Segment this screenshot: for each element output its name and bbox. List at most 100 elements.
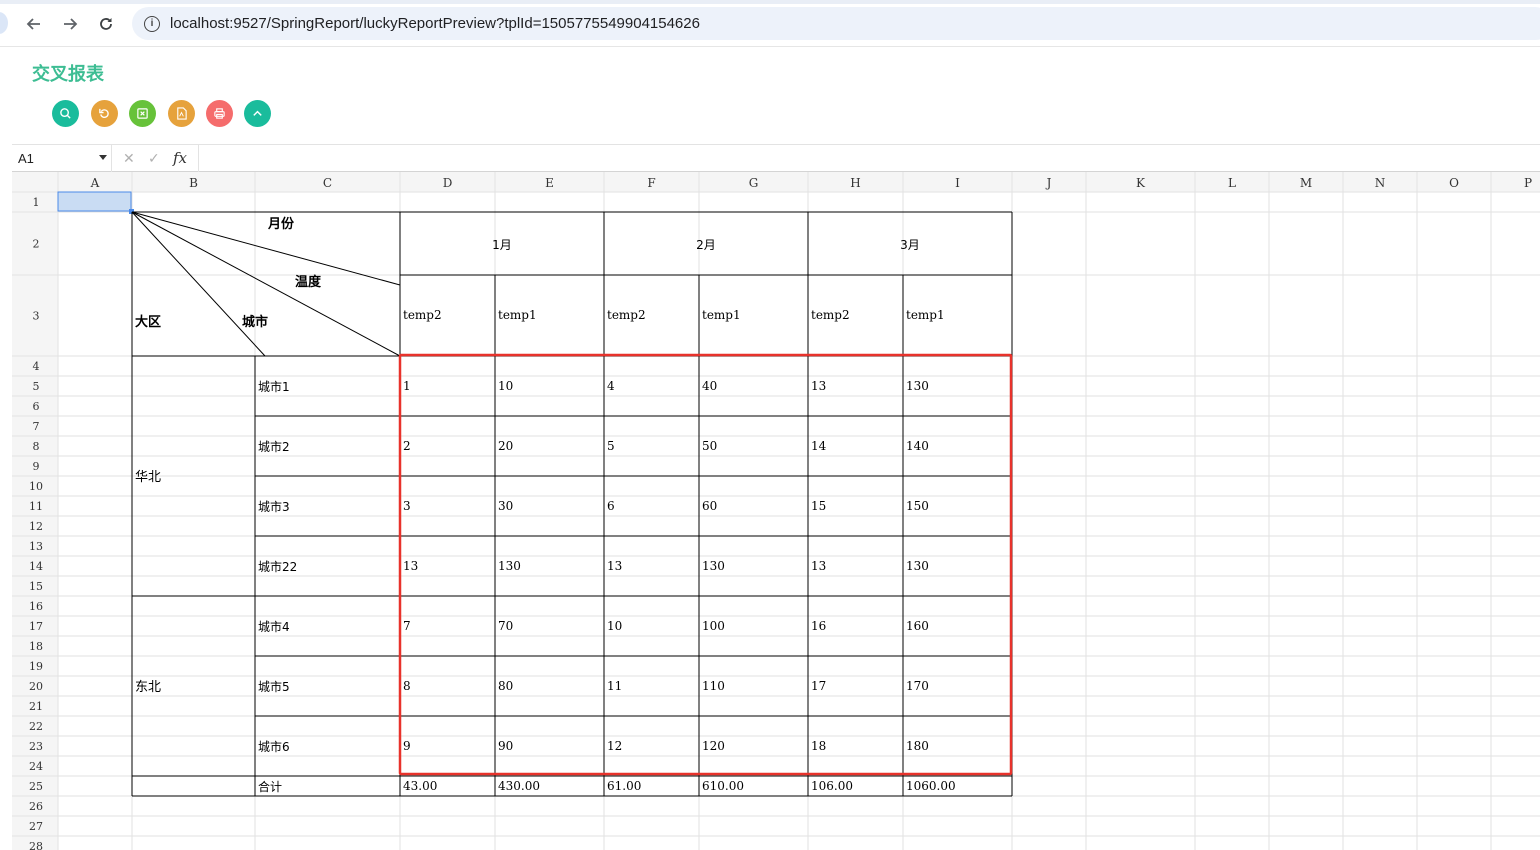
region-label: 华北 (135, 470, 161, 485)
column-header-p: P (1524, 176, 1532, 190)
tab-strip (0, 0, 1540, 4)
header-month: 月份 (267, 216, 295, 232)
city-label: 城市5 (258, 679, 290, 694)
column-header-m: M (1300, 176, 1312, 190)
search-button[interactable] (52, 100, 79, 127)
print-button[interactable] (206, 100, 233, 127)
data-cell: 12 (607, 739, 622, 753)
sheet-canvas[interactable]: A B C D E F G H I J K L M N O P123456789101112131415161… (12, 172, 1540, 850)
row-header-14: 14 (29, 560, 43, 573)
reload-button[interactable] (94, 12, 118, 36)
column-header-o: O (1449, 176, 1459, 190)
browser-toolbar: i localhost:9527/SpringReport/luckyRepor… (0, 0, 1540, 47)
row-header-15: 15 (29, 580, 43, 593)
forward-button[interactable] (58, 12, 82, 36)
cell-name-box[interactable]: A1 (12, 145, 112, 172)
reload-icon (100, 18, 112, 30)
row-header-9: 9 (33, 460, 40, 473)
total-cell: 106.00 (811, 779, 853, 793)
column-header-h: H (850, 176, 860, 190)
header-month-3: 3月 (900, 238, 920, 252)
formula-bar: A1 ✕ ✓ fx (12, 144, 1540, 172)
column-header-a: A (90, 176, 100, 190)
column-header-j: J (1045, 176, 1052, 190)
region-label: 东北 (135, 680, 161, 695)
data-cell: 170 (906, 679, 929, 693)
data-cell: 6 (607, 499, 615, 513)
row-header-28: 28 (29, 840, 43, 850)
header-temp: temp2 (403, 308, 442, 322)
arrow-right-icon (64, 18, 78, 30)
data-cell: 10 (607, 619, 622, 633)
data-cell: 90 (498, 739, 513, 753)
export-pdf-button[interactable] (168, 100, 195, 127)
refresh-button[interactable] (91, 100, 118, 127)
data-cell: 130 (906, 559, 929, 573)
data-cell: 8 (403, 679, 411, 693)
confirm-icon[interactable]: ✓ (148, 150, 160, 167)
diagonal-line (131, 211, 401, 357)
city-label: 城市1 (258, 379, 290, 394)
total-label: 合计 (258, 779, 282, 794)
report-title: 交叉报表 (32, 64, 104, 85)
row-header-1: 1 (33, 196, 40, 209)
data-cell: 180 (906, 739, 929, 753)
search-icon (60, 108, 71, 119)
row-header-10: 10 (29, 480, 43, 493)
header-temp: temp2 (811, 308, 850, 322)
total-cell: 61.00 (607, 779, 641, 793)
row-header-3: 3 (33, 310, 40, 323)
fx-icon: fx (173, 149, 188, 167)
header-temp: temp1 (498, 308, 537, 322)
row-header-16: 16 (29, 600, 43, 613)
diagonal-line (131, 211, 401, 286)
row-header-19: 19 (29, 660, 43, 673)
row-header-5: 5 (33, 380, 40, 393)
chevron-down-icon[interactable] (99, 155, 107, 160)
data-cell: 15 (811, 499, 826, 513)
header-city: 城市 (242, 314, 268, 330)
total-cell: 1060.00 (906, 779, 956, 793)
data-cell: 80 (498, 679, 513, 693)
site-info-icon[interactable]: i (144, 15, 160, 32)
row-header-2: 2 (33, 238, 40, 251)
data-cell: 13 (607, 559, 622, 573)
collapse-button[interactable] (244, 100, 271, 127)
data-cell: 40 (702, 379, 717, 393)
back-button[interactable] (22, 12, 46, 36)
column-header-d: D (443, 176, 453, 190)
data-cell: 20 (498, 439, 513, 453)
row-header-12: 12 (29, 520, 43, 533)
pdf-icon (177, 107, 187, 120)
arrow-left-icon (26, 18, 40, 30)
data-cell: 16 (811, 619, 826, 633)
row-header-26: 26 (29, 800, 43, 813)
row-header-11: 11 (29, 500, 43, 513)
chevron-up-icon (253, 110, 262, 116)
export-excel-button[interactable] (129, 100, 156, 127)
formula-divider (198, 145, 199, 172)
selected-cell-a1[interactable] (57, 191, 132, 212)
cancel-icon[interactable]: ✕ (123, 150, 135, 167)
data-cell: 1 (403, 379, 411, 393)
data-cell: 18 (811, 739, 826, 753)
address-bar[interactable]: i localhost:9527/SpringReport/luckyRepor… (132, 7, 1540, 40)
cell-reference: A1 (18, 151, 34, 166)
spreadsheet-grid[interactable]: A B C D E F G H I J K L M N O P 1 2 3 4 5 6 7 8 9 10 11 12 13 14 15 16 1… (12, 172, 1540, 850)
row-header-25: 25 (29, 780, 43, 793)
url-text: localhost:9527/SpringReport/luckyReportP… (170, 15, 700, 32)
column-header-f: F (647, 176, 655, 190)
profile-edge (0, 12, 8, 34)
city-label: 城市22 (258, 559, 297, 574)
data-cell: 30 (498, 499, 513, 513)
print-icon (214, 108, 225, 119)
column-header-e: E (545, 176, 554, 190)
data-cell: 130 (702, 559, 725, 573)
row-header-18: 18 (29, 640, 43, 653)
diagonal-line (131, 211, 266, 357)
total-cell: 43.00 (403, 779, 437, 793)
row-header-13: 13 (29, 540, 43, 553)
header-temp: temp1 (906, 308, 945, 322)
data-cell: 60 (702, 499, 717, 513)
row-header-21: 21 (29, 700, 43, 713)
